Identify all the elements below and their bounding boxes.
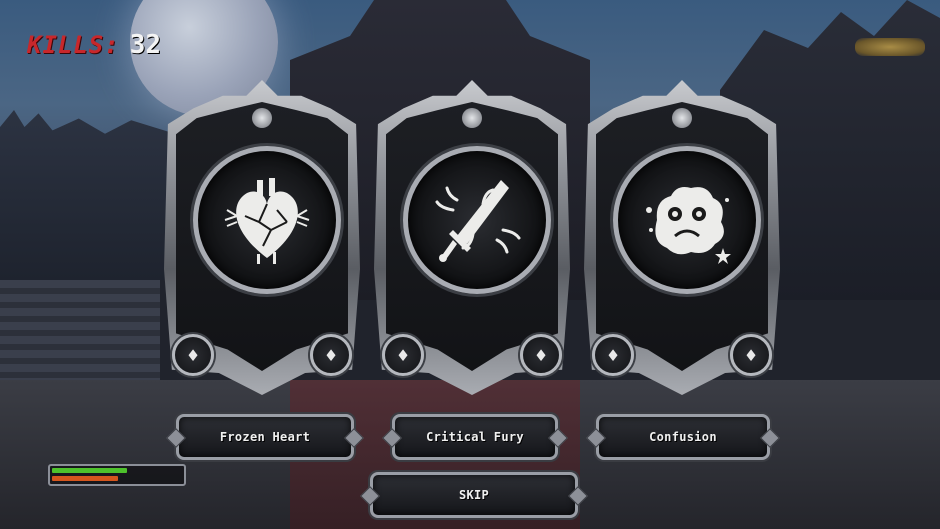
ornament-icon bbox=[252, 108, 272, 128]
ornament-icon bbox=[462, 108, 482, 128]
card-medallion bbox=[193, 146, 341, 294]
health-bar bbox=[52, 468, 128, 473]
upgrade-card-frozen-heart[interactable]: ♦ ♦ bbox=[164, 80, 360, 395]
upgrade-card-confusion[interactable]: ♦ ♦ bbox=[584, 80, 780, 395]
kills-label: KILLS: bbox=[27, 31, 120, 59]
castle-left bbox=[0, 110, 175, 280]
choose-critical-fury-button[interactable]: Critical Fury bbox=[392, 414, 558, 460]
flame-gem-icon: ♦ bbox=[730, 334, 772, 376]
sword-icon bbox=[435, 180, 521, 262]
card-medallion bbox=[403, 146, 551, 294]
gold-ore bbox=[855, 38, 925, 56]
stairs bbox=[0, 280, 160, 380]
skip-button[interactable]: SKIP bbox=[370, 472, 578, 518]
flame-gem-icon: ♦ bbox=[310, 334, 352, 376]
kills-value: 32 bbox=[129, 30, 162, 60]
choose-confusion-button[interactable]: Confusion bbox=[596, 414, 770, 460]
flame-gem-icon: ♦ bbox=[592, 334, 634, 376]
card-medallion bbox=[613, 146, 761, 294]
choose-frozen-heart-button[interactable]: Frozen Heart bbox=[176, 414, 354, 460]
player-status-bars bbox=[48, 464, 186, 486]
kill-counter: KILLS: 32 bbox=[27, 30, 161, 60]
heart-icon bbox=[224, 178, 310, 264]
upgrade-card-critical-fury[interactable]: ♦ ♦ bbox=[374, 80, 570, 395]
experience-bar bbox=[52, 476, 119, 481]
flame-gem-icon: ♦ bbox=[382, 334, 424, 376]
confusion-face-icon bbox=[646, 187, 731, 264]
flame-gem-icon: ♦ bbox=[172, 334, 214, 376]
flame-gem-icon: ♦ bbox=[520, 334, 562, 376]
ornament-icon bbox=[672, 108, 692, 128]
